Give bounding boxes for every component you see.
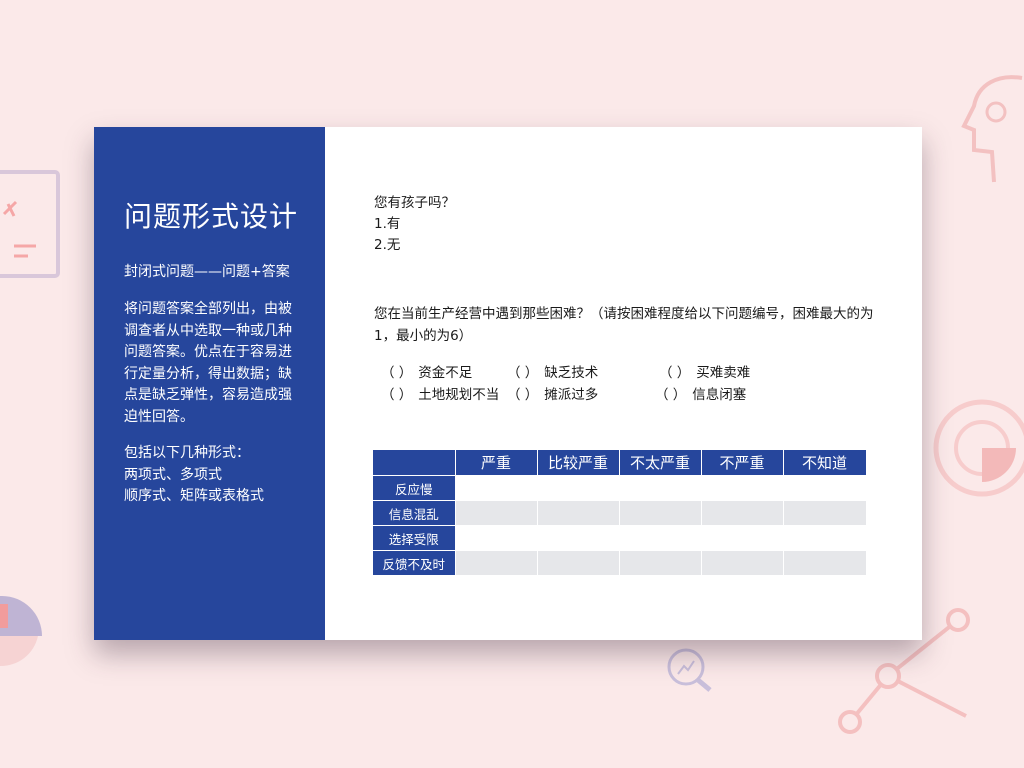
- question-1-option: 2.无: [374, 237, 401, 253]
- option-trade: （ ）买难卖难: [659, 365, 751, 381]
- option-levies: （ ）摊派过多: [507, 387, 599, 403]
- answer-cell: [537, 550, 620, 575]
- table-header-row: 严重 比较严重 不太严重 不严重 不知道: [373, 450, 867, 476]
- sidebar-panel: 问题形式设计 封闭式问题——问题+答案 将问题答案全部列出，由被调查者从中选取一…: [94, 127, 325, 640]
- forms-list: 包括以下几种形式： 两项式、多项式 顺序式、矩阵或表格式: [124, 443, 314, 508]
- chart-board-decor-icon: [0, 170, 60, 278]
- column-header: 不知道: [783, 450, 867, 476]
- answer-cell: [455, 500, 538, 526]
- row-label: 反应慢: [373, 475, 456, 501]
- answer-cell: [783, 500, 867, 526]
- magnifier-decor-icon: [667, 648, 712, 692]
- forms-item: 两项式、多项式: [124, 466, 222, 483]
- column-header: 不太严重: [619, 450, 702, 476]
- answer-cell: [701, 550, 784, 575]
- answer-cell: [455, 475, 538, 501]
- column-header: [373, 450, 456, 476]
- slide-card: 问题形式设计 封闭式问题——问题+答案 将问题答案全部列出，由被调查者从中选取一…: [94, 127, 922, 640]
- head-profile-decor-icon: [961, 75, 1023, 183]
- subtitle: 封闭式问题——问题+答案: [124, 264, 290, 280]
- table-row: 反馈不及时: [373, 550, 867, 575]
- question-2-text: 您在当前生产经营中遇到那些困难？（请按困难程度给以下问题编号，困难最大的为1，最…: [374, 306, 874, 344]
- question-1: 您有孩子吗？ 1.有 2.无: [374, 193, 455, 256]
- column-header: 不严重: [701, 450, 784, 476]
- description-text: 将问题答案全部列出，由被调查者从中选取一种或几种问题答案。优点在于容易进行定量分…: [124, 301, 292, 425]
- option-funding: （ ）资金不足: [381, 365, 473, 381]
- answer-cell: [619, 525, 702, 551]
- answer-cell: [783, 550, 867, 575]
- content-panel: 您有孩子吗？ 1.有 2.无 您在当前生产经营中遇到那些困难？（请按困难程度给以…: [325, 127, 922, 640]
- option-land-planning: （ ）土地规划不当: [381, 387, 500, 403]
- answer-cell: [783, 525, 867, 551]
- pie-chart-decor-icon: [0, 596, 42, 667]
- answer-cell: [455, 525, 538, 551]
- answer-cell: [619, 550, 702, 575]
- answer-cell: [537, 525, 620, 551]
- row-label: 信息混乱: [373, 500, 456, 526]
- answer-cell: [455, 550, 538, 575]
- row-label: 反馈不及时: [373, 550, 456, 575]
- answer-cell: [701, 500, 784, 526]
- page-title: 问题形式设计: [124, 200, 299, 233]
- table-row: 信息混乱: [373, 500, 867, 526]
- answer-cell: [701, 475, 784, 501]
- forms-item: 顺序式、矩阵或表格式: [124, 488, 264, 504]
- answer-cell: [537, 500, 620, 526]
- column-header: 比较严重: [537, 450, 620, 476]
- question-1-text: 您有孩子吗？: [374, 195, 455, 211]
- answer-cell: [537, 475, 620, 501]
- target-decor-icon: [933, 399, 1024, 497]
- forms-heading: 包括以下几种形式：: [124, 445, 250, 461]
- question-1-option: 1.有: [374, 216, 401, 232]
- column-header: 严重: [455, 450, 538, 476]
- table-row: 选择受限: [373, 525, 867, 551]
- answer-cell: [701, 525, 784, 551]
- table-row: 反应慢: [373, 475, 867, 501]
- matrix-table: 严重 比较严重 不太严重 不严重 不知道 反应慢 信息混乱 选择受限 反馈不及时: [373, 450, 867, 575]
- answer-cell: [783, 475, 867, 501]
- row-label: 选择受限: [373, 525, 456, 551]
- option-information: （ ）信息闭塞: [655, 387, 747, 403]
- answer-cell: [619, 475, 702, 501]
- option-technology: （ ）缺乏技术: [507, 365, 599, 381]
- answer-cell: [619, 500, 702, 526]
